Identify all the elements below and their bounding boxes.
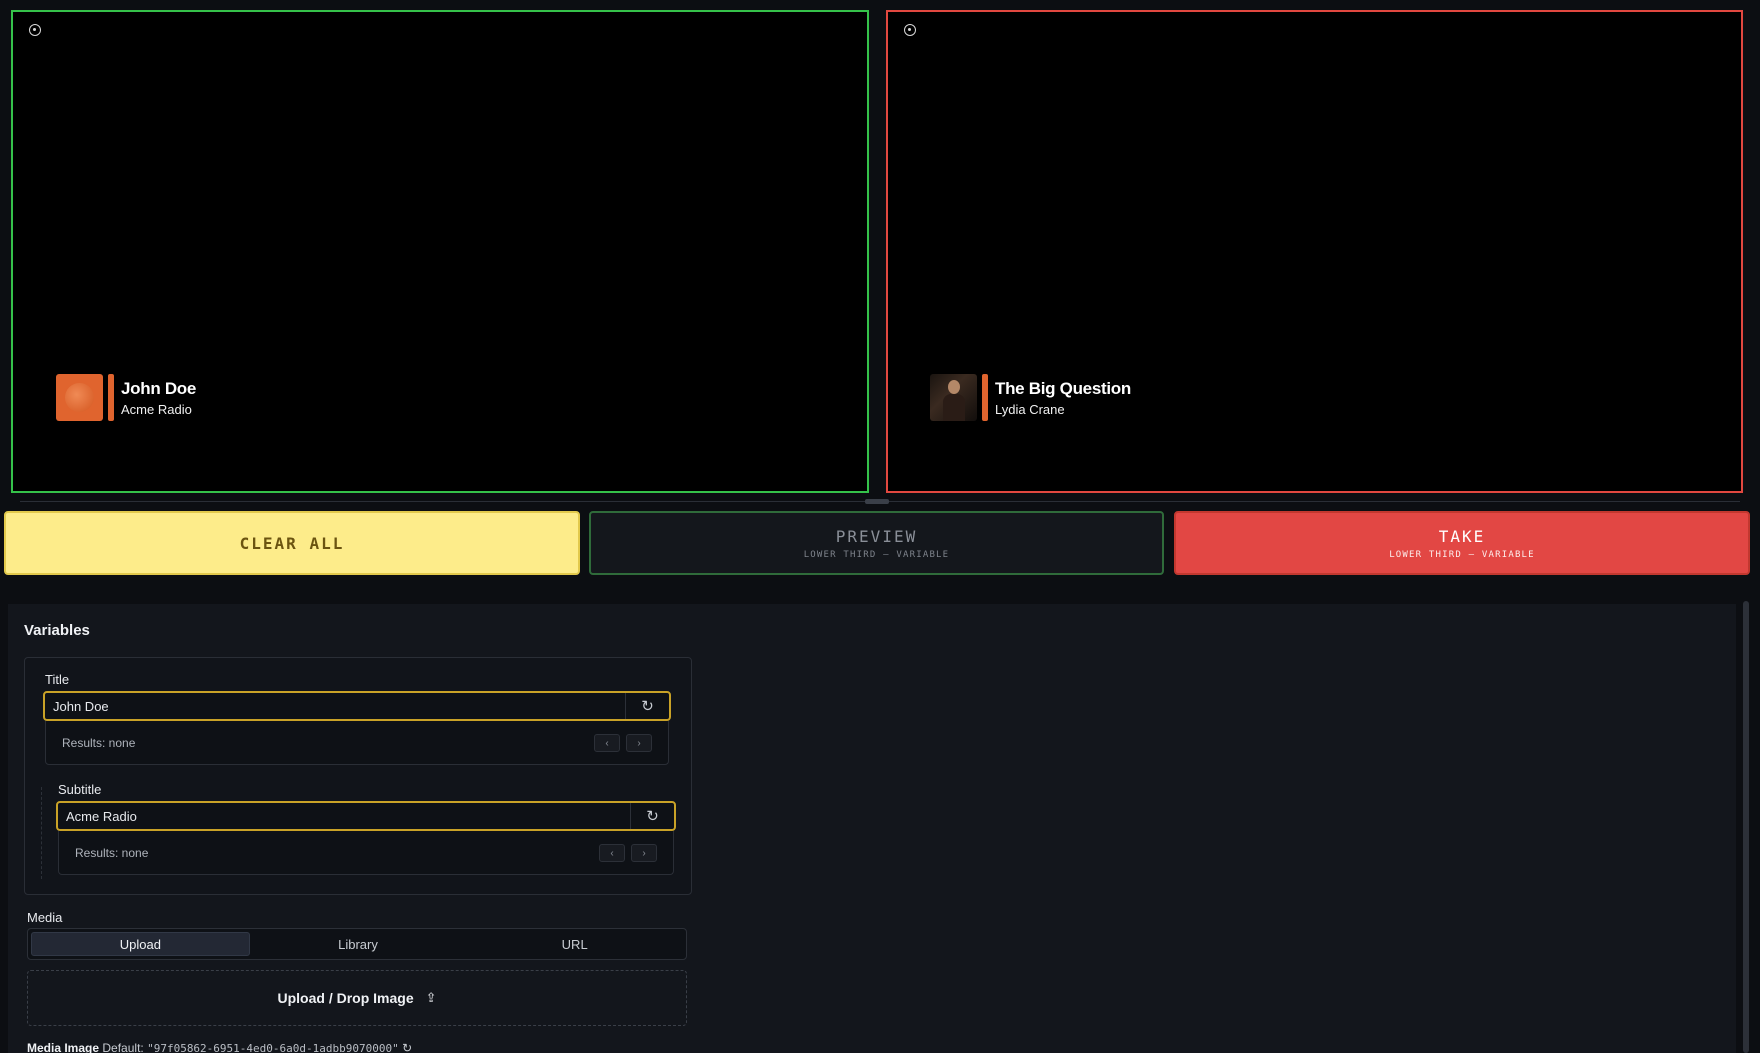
variables-panel: Variables Title ↻ Results: none ‹ › Subt… — [8, 604, 1736, 1053]
program-lower-third: The Big Question Lydia Crane — [930, 374, 1131, 421]
subtitle-results: Results: none ‹ › — [58, 831, 674, 875]
orange-circle-icon — [56, 374, 103, 421]
title-next-button[interactable]: › — [626, 734, 652, 752]
subtitle-input[interactable] — [58, 803, 630, 829]
tab-upload[interactable]: Upload — [31, 932, 250, 956]
subtitle-input-wrap: ↻ — [56, 801, 676, 831]
preview-lower-third: John Doe Acme Radio — [56, 374, 196, 421]
live-indicator-icon — [904, 24, 916, 36]
take-button[interactable]: TAKE LOWER THIRD – VARIABLE — [1174, 511, 1750, 575]
subtitle-next-button[interactable]: › — [631, 844, 657, 862]
program-monitor: The Big Question Lydia Crane — [886, 10, 1743, 493]
nesting-guide — [41, 787, 42, 879]
title-input-wrap: ↻ — [43, 691, 671, 721]
take-label: TAKE — [1438, 526, 1486, 546]
preview-lower-third-title: John Doe — [121, 378, 197, 398]
program-lower-third-title: The Big Question — [995, 378, 1131, 398]
clear-all-button[interactable]: CLEAR ALL — [4, 511, 580, 575]
portrait-photo — [930, 374, 977, 421]
subtitle-results-text: Results: none — [75, 846, 149, 860]
live-indicator-icon — [29, 24, 41, 36]
lower-third-accent-bar — [108, 374, 114, 421]
take-sublabel: LOWER THIRD – VARIABLE — [1389, 549, 1535, 560]
title-input[interactable] — [45, 693, 625, 719]
subtitle-field-label: Subtitle — [58, 782, 102, 797]
program-lower-third-subtitle: Lydia Crane — [995, 401, 1065, 417]
title-reset-icon[interactable]: ↻ — [625, 693, 669, 719]
preview-monitor: John Doe Acme Radio — [11, 10, 869, 493]
graphics-control-app: John Doe Acme Radio The Big Question Lyd… — [0, 0, 1760, 1053]
media-default-value: "97f05862-6951-4ed0-6a0d-1adbb9070000" — [147, 1042, 399, 1053]
media-default-prefix: Default: — [102, 1041, 144, 1053]
media-default-reset-icon[interactable]: ↻ — [402, 1041, 412, 1053]
preview-sublabel: LOWER THIRD – VARIABLE — [803, 549, 950, 560]
tab-library[interactable]: Library — [250, 932, 467, 956]
tab-url[interactable]: URL — [466, 932, 683, 956]
upload-icon: ⇪ — [425, 990, 437, 1005]
media-source-tabs: Upload Library URL — [27, 928, 687, 960]
panel-scrollbar[interactable] — [1743, 601, 1749, 1053]
title-prev-button[interactable]: ‹ — [594, 734, 620, 752]
preview-button[interactable]: PREVIEW LOWER THIRD – VARIABLE — [589, 511, 1164, 575]
media-image-name: Media Image — [27, 1041, 100, 1053]
title-field-label: Title — [45, 672, 70, 687]
lower-third-accent-bar — [982, 374, 988, 421]
subtitle-reset-icon[interactable]: ↻ — [630, 803, 674, 829]
title-results-text: Results: none — [62, 736, 136, 750]
variables-heading: Variables — [24, 622, 90, 639]
image-dropzone[interactable]: Upload / Drop Image ⇪ — [27, 970, 687, 1026]
subtitle-prev-button[interactable]: ‹ — [599, 844, 625, 862]
title-results: Results: none ‹ › — [45, 721, 669, 765]
clear-all-label: CLEAR ALL — [239, 533, 345, 553]
media-image-default: Media Image Default: "97f05862-6951-4ed0… — [27, 1041, 412, 1053]
dropzone-label: Upload / Drop Image — [277, 990, 414, 1006]
split-resize-handle[interactable] — [865, 499, 889, 504]
variables-card: Title ↻ Results: none ‹ › Subtitle ↻ Res… — [24, 657, 692, 895]
preview-label: PREVIEW — [835, 526, 918, 546]
media-label: Media — [27, 910, 63, 925]
preview-lower-third-subtitle: Acme Radio — [121, 401, 192, 417]
